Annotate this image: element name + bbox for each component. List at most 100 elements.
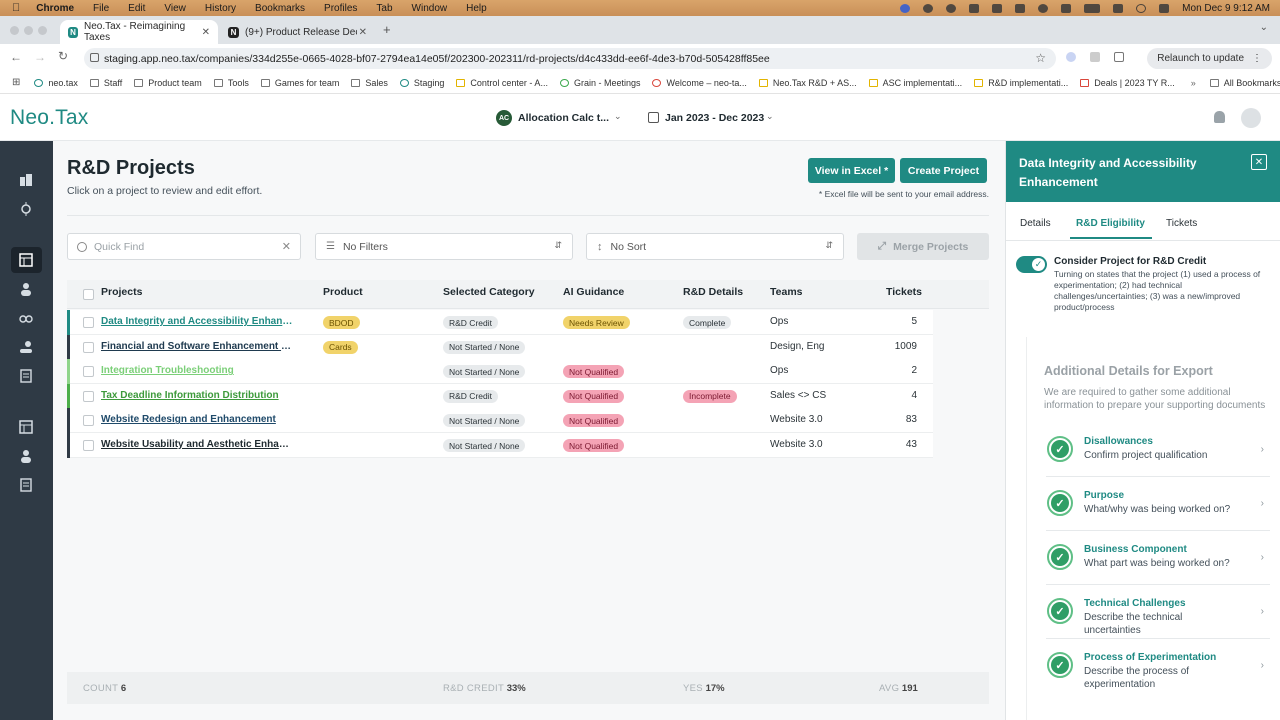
relaunch-button[interactable]: Relaunch to update ⋮ bbox=[1147, 48, 1272, 69]
extension-icon[interactable] bbox=[1090, 52, 1100, 62]
menu-window[interactable]: Window bbox=[412, 3, 448, 14]
wifi-icon[interactable] bbox=[1113, 3, 1124, 13]
menu-profiles[interactable]: Profiles bbox=[324, 3, 357, 14]
table-row[interactable]: Integration Troubleshooting Not Started /… bbox=[67, 359, 933, 385]
row-checkbox[interactable] bbox=[83, 317, 94, 328]
bookmark-item[interactable]: Staging bbox=[399, 78, 444, 88]
consider-credit-toggle[interactable]: ✓ bbox=[1016, 256, 1047, 273]
window-zoom-dot[interactable] bbox=[38, 26, 47, 35]
close-panel-icon[interactable]: ✕ bbox=[1251, 154, 1267, 170]
chevron-right-icon[interactable]: › bbox=[1261, 444, 1264, 455]
money-hand-icon[interactable] bbox=[18, 339, 34, 355]
tab-product-release[interactable]: N (9+) Product Release Decem ✕ bbox=[220, 20, 375, 44]
projects-icon[interactable] bbox=[18, 419, 34, 435]
step-title[interactable]: Disallowances bbox=[1084, 436, 1153, 447]
person-icon[interactable] bbox=[18, 281, 34, 297]
sort-select[interactable]: ↕ No Sort ⇵ bbox=[586, 233, 844, 260]
person-icon[interactable] bbox=[18, 448, 34, 464]
bookmark-item[interactable]: Tools bbox=[213, 78, 249, 88]
kebab-menu-icon[interactable]: ⋮ bbox=[1252, 53, 1262, 64]
link-icon[interactable] bbox=[992, 3, 1003, 13]
control-center-icon[interactable] bbox=[1159, 3, 1170, 13]
chevron-down-icon[interactable]: ⌄ bbox=[766, 111, 774, 122]
col-teams[interactable]: Teams bbox=[770, 286, 803, 298]
project-name-link[interactable]: Data Integrity and Accessibility Enhance… bbox=[101, 316, 293, 327]
step-title[interactable]: Purpose bbox=[1084, 490, 1124, 501]
project-name-link[interactable]: Financial and Software Enhancement for .… bbox=[101, 341, 293, 352]
drive-icon[interactable] bbox=[1015, 3, 1026, 13]
neotax-logo[interactable]: Neo.Tax bbox=[10, 106, 88, 130]
view-in-excel-button[interactable]: View in Excel * bbox=[808, 158, 895, 183]
notification-bell-icon[interactable] bbox=[1214, 111, 1225, 123]
battery-icon[interactable] bbox=[1084, 3, 1101, 13]
row-checkbox[interactable] bbox=[83, 341, 94, 353]
window-close-dot[interactable] bbox=[10, 26, 19, 35]
spotlight-icon[interactable] bbox=[1136, 3, 1147, 13]
menu-history[interactable]: History bbox=[205, 3, 236, 14]
site-info-icon[interactable] bbox=[90, 53, 99, 62]
project-name-link[interactable]: Integration Troubleshooting bbox=[101, 365, 293, 376]
chevron-down-icon[interactable]: ⌄ bbox=[614, 111, 622, 122]
forward-arrow-icon[interactable]: → bbox=[34, 50, 46, 64]
close-tab-icon[interactable]: ✕ bbox=[202, 27, 210, 38]
bookmark-item[interactable]: neo.tax bbox=[34, 78, 78, 88]
close-tab-icon[interactable]: ✕ bbox=[359, 27, 367, 38]
create-project-button[interactable]: Create Project bbox=[900, 158, 987, 183]
bookmark-item[interactable]: Deals | 2023 TY R... bbox=[1080, 78, 1175, 88]
menu-edit[interactable]: Edit bbox=[128, 3, 145, 14]
buildings-icon[interactable] bbox=[18, 172, 34, 188]
bookmark-star-icon[interactable]: ☆ bbox=[1035, 51, 1046, 65]
all-bookmarks[interactable]: All Bookmarks bbox=[1209, 78, 1280, 88]
col-category[interactable]: Selected Category bbox=[443, 286, 535, 298]
col-product[interactable]: Product bbox=[323, 286, 363, 298]
zoom-status-icon[interactable] bbox=[900, 3, 911, 13]
bookmark-item[interactable]: Welcome – neo-ta... bbox=[652, 78, 747, 88]
play-icon[interactable] bbox=[1038, 3, 1049, 13]
project-name-link[interactable]: Tax Deadline Information Distribution bbox=[101, 390, 293, 401]
filter-select[interactable]: ☰ No Filters ⇵ bbox=[315, 233, 573, 260]
col-tickets[interactable]: Tickets bbox=[886, 286, 922, 298]
project-name-link[interactable]: Website Usability and Aesthetic Enhance.… bbox=[101, 439, 293, 450]
menu-tab[interactable]: Tab bbox=[376, 3, 392, 14]
glasses-icon[interactable] bbox=[18, 310, 34, 326]
row-checkbox[interactable] bbox=[83, 366, 94, 378]
menu-file[interactable]: File bbox=[93, 3, 109, 14]
bookmark-item[interactable]: Grain - Meetings bbox=[559, 78, 640, 88]
chevron-right-icon[interactable]: › bbox=[1261, 660, 1264, 671]
extension-icon[interactable] bbox=[1066, 52, 1076, 62]
menu-chrome[interactable]: Chrome bbox=[36, 3, 74, 14]
menu-view[interactable]: View bbox=[164, 3, 186, 14]
bookmark-item[interactable]: ASC implementati... bbox=[868, 78, 962, 88]
table-row[interactable]: Website Usability and Aesthetic Enhance.… bbox=[67, 433, 933, 458]
table-row[interactable]: Financial and Software Enhancement for .… bbox=[67, 334, 933, 360]
gear-icon[interactable] bbox=[946, 3, 957, 13]
bookmark-item[interactable]: Neo.Tax R&D + AS... bbox=[758, 78, 857, 88]
row-checkbox[interactable] bbox=[83, 415, 94, 427]
document-icon[interactable] bbox=[18, 477, 34, 493]
apps-grid-icon[interactable]: ⊞ bbox=[12, 77, 20, 88]
sun-icon[interactable] bbox=[923, 3, 934, 13]
col-rd-details[interactable]: R&D Details bbox=[683, 286, 743, 298]
bookmark-item[interactable]: Product team bbox=[134, 78, 202, 88]
integrations-icon[interactable] bbox=[18, 201, 34, 217]
document-icon[interactable] bbox=[18, 368, 34, 384]
menu-bookmarks[interactable]: Bookmarks bbox=[255, 3, 305, 14]
bookmark-item[interactable]: Control center - A... bbox=[456, 78, 548, 88]
row-checkbox[interactable] bbox=[83, 440, 94, 451]
bookmark-item[interactable]: Games for team bbox=[260, 78, 339, 88]
date-range-selector[interactable]: Jan 2023 - Dec 2023 bbox=[665, 112, 764, 124]
menu-help[interactable]: Help bbox=[466, 3, 487, 14]
col-ai-guidance[interactable]: AI Guidance bbox=[563, 286, 624, 298]
chevron-right-icon[interactable]: › bbox=[1261, 552, 1264, 563]
keyboard-a-icon[interactable] bbox=[1061, 3, 1072, 13]
extensions-puzzle-icon[interactable] bbox=[1114, 52, 1124, 62]
bookmark-item[interactable]: R&D implementati... bbox=[974, 78, 1068, 88]
step-title[interactable]: Process of Experimentation bbox=[1084, 652, 1216, 663]
menu-clock[interactable]: Mon Dec 9 9:12 AM bbox=[1182, 3, 1270, 14]
chevron-right-icon[interactable]: › bbox=[1261, 606, 1264, 617]
project-name-link[interactable]: Website Redesign and Enhancement bbox=[101, 414, 293, 425]
chevron-right-icon[interactable]: › bbox=[1261, 498, 1264, 509]
table-row[interactable]: Tax Deadline Information Distribution R&D… bbox=[67, 383, 933, 409]
tab-tickets[interactable]: Tickets bbox=[1166, 218, 1197, 229]
table-row[interactable]: Data Integrity and Accessibility Enhance… bbox=[67, 310, 933, 335]
